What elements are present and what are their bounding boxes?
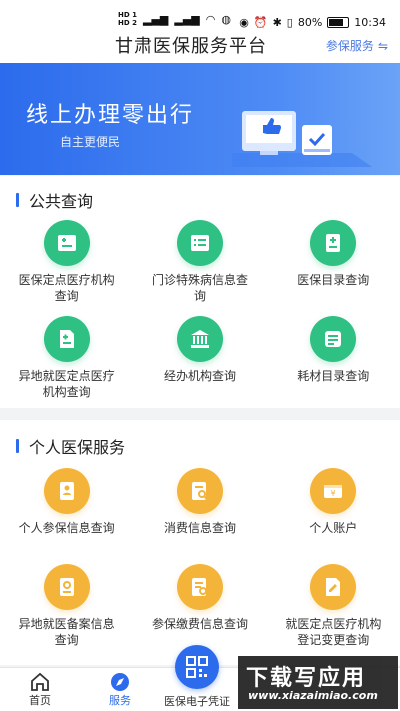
vibrate-icon: ▯ xyxy=(286,16,293,29)
service-switch-button[interactable]: 参保服务 ⇋ xyxy=(326,37,388,54)
watermark: 下载写应用 www.xiazaimiao.com xyxy=(238,656,398,709)
signal-icon-2: ▂▄▆ xyxy=(174,12,200,26)
personal-service-grid: 个人参保信息查询 消费信息查询 ¥ 个人账户 异地就医备案信息查询 参保缴费信息… xyxy=(0,464,400,656)
personal-account-item[interactable]: ¥ 个人账户 xyxy=(267,464,400,560)
computer-illustration-icon xyxy=(232,111,372,167)
sim-indicators: HD 1 HD 2 xyxy=(118,11,137,27)
nav-home-label: 首页 xyxy=(29,694,51,707)
banner[interactable]: 线上办理零出行 自主更便民 xyxy=(0,63,400,175)
remote-hospital-query-label: 异地就医定点医疗机构查询 xyxy=(18,369,115,399)
battery-percent: 80% xyxy=(297,16,323,29)
institution-icon xyxy=(176,316,223,362)
bluetooth-icon: ✱ xyxy=(272,16,282,29)
hospital-card-icon xyxy=(43,220,90,266)
personal-service-section: 个人医保服务 个人参保信息查询 消费信息查询 ¥ 个人账户 异地就医备案信息查询 xyxy=(0,420,400,665)
catalog-icon xyxy=(310,220,357,266)
status-left: HD 1 HD 2 ▂▄▆ ▂▄▆ ◠ ◍ xyxy=(118,11,231,27)
special-disease-query-label: 门诊特殊病信息查询 xyxy=(151,273,248,303)
clock: 10:34 xyxy=(354,16,386,29)
list-icon xyxy=(176,220,223,266)
materials-query-item[interactable]: 耗材目录查询 xyxy=(267,312,400,408)
signal-icon: ▂▄▆ xyxy=(142,12,169,26)
banner-subtitle: 自主更便民 xyxy=(60,135,121,149)
home-icon xyxy=(31,672,49,691)
hospital-query-item[interactable]: 医保定点医疗机构查询 xyxy=(0,216,133,312)
nav-services-label: 服务 xyxy=(109,694,131,707)
chat-icon: ◍ xyxy=(221,12,231,26)
nav-home[interactable]: 首页 xyxy=(10,672,70,708)
public-query-title: 公共查询 xyxy=(29,192,94,211)
public-query-grid: 医保定点医疗机构查询 门诊特殊病信息查询 医保目录查询 异地就医定点医疗机构查询… xyxy=(0,216,400,408)
page-title: 甘肃医保服务平台 xyxy=(115,36,267,57)
search-doc-icon xyxy=(176,468,223,514)
status-bar: HD 1 HD 2 ▂▄▆ ▂▄▆ ◠ ◍ ◉ ⏰ ✱ ▯ 80% 10:34 xyxy=(0,0,400,30)
service-switch-label: 参保服务 xyxy=(325,39,374,53)
special-disease-query-item[interactable]: 门诊特殊病信息查询 xyxy=(133,216,266,312)
nav-qr-code[interactable]: 医保电子凭证 xyxy=(164,645,230,709)
remote-card-icon xyxy=(43,316,90,362)
catalog-query-item[interactable]: 医保目录查询 xyxy=(267,216,400,312)
wifi-icon: ◠ xyxy=(205,12,216,26)
consumption-query-label: 消费信息查询 xyxy=(163,521,236,535)
materials-query-label: 耗材目录查询 xyxy=(297,369,370,383)
battery-icon xyxy=(327,17,350,28)
svg-text:¥: ¥ xyxy=(331,489,336,498)
qr-code-icon xyxy=(186,656,208,678)
register-change-label: 就医定点医疗机构登记变更查询 xyxy=(285,617,382,647)
personal-insurance-label: 个人参保信息查询 xyxy=(18,521,115,535)
watermark-url: www.xiazaimiao.com xyxy=(248,689,378,702)
catalog-query-label: 医保目录查询 xyxy=(297,273,370,287)
nav-qr-label: 医保电子凭证 xyxy=(164,695,230,708)
institution-query-label: 经办机构查询 xyxy=(163,369,236,383)
sim2-label: HD 2 xyxy=(118,19,137,27)
consumption-query-item[interactable]: 消费信息查询 xyxy=(133,464,266,560)
person-doc-icon xyxy=(43,468,90,514)
alarm-icon: ⏰ xyxy=(253,16,268,29)
banner-title: 线上办理零出行 xyxy=(26,103,195,128)
payment-query-label: 参保缴费信息查询 xyxy=(151,617,248,631)
section-marker xyxy=(16,439,19,453)
nav-services[interactable]: 服务 xyxy=(90,672,150,708)
eye-icon: ◉ xyxy=(239,16,249,29)
sim1-label: HD 1 xyxy=(118,11,137,19)
hospital-query-label: 医保定点医疗机构查询 xyxy=(18,273,115,303)
remote-filing-label: 异地就医备案信息查询 xyxy=(18,617,115,647)
payment-doc-icon xyxy=(176,564,223,610)
section-marker xyxy=(16,193,19,207)
status-right: ◉ ⏰ ✱ ▯ 80% 10:34 xyxy=(239,16,386,29)
section-title: 个人医保服务 xyxy=(16,434,125,458)
compass-icon xyxy=(111,673,129,691)
watermark-title: 下载写应用 xyxy=(246,666,367,691)
personal-insurance-item[interactable]: 个人参保信息查询 xyxy=(0,464,133,560)
filing-icon xyxy=(43,564,90,610)
remote-filing-item[interactable]: 异地就医备案信息查询 xyxy=(0,560,133,656)
institution-query-item[interactable]: 经办机构查询 xyxy=(133,312,266,408)
public-query-section: 公共查询 医保定点医疗机构查询 门诊特殊病信息查询 医保目录查询 异地就医定点医… xyxy=(0,176,400,408)
wallet-icon: ¥ xyxy=(310,468,357,514)
personal-account-label: 个人账户 xyxy=(309,521,358,535)
payment-query-item[interactable]: 参保缴费信息查询 xyxy=(133,560,266,656)
qr-button xyxy=(175,645,219,689)
register-change-icon xyxy=(310,564,357,610)
swap-icon: ⇋ xyxy=(377,38,388,53)
register-change-item[interactable]: 就医定点医疗机构登记变更查询 xyxy=(267,560,400,656)
app-header: 甘肃医保服务平台 参保服务 ⇋ xyxy=(0,30,400,63)
personal-service-title: 个人医保服务 xyxy=(29,438,126,457)
materials-icon xyxy=(310,316,357,362)
section-title: 公共查询 xyxy=(16,188,93,212)
remote-hospital-query-item[interactable]: 异地就医定点医疗机构查询 xyxy=(0,312,133,408)
